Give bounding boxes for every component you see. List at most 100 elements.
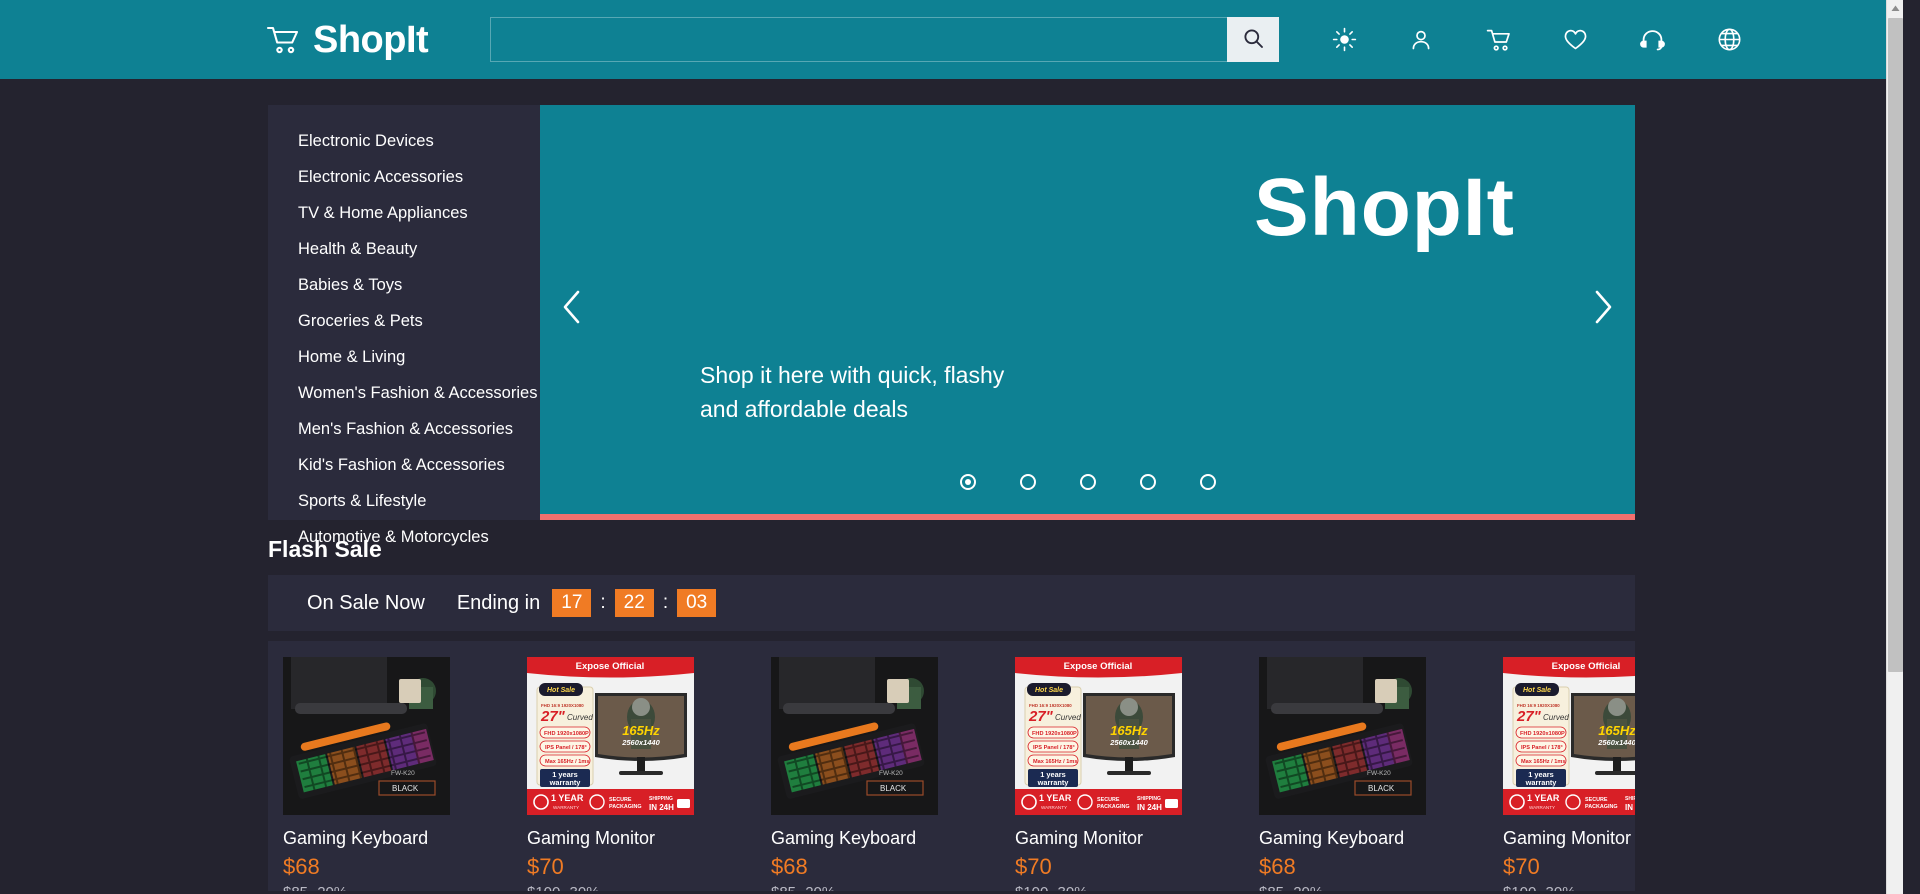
sidebar-item-babies-toys[interactable]: Babies & Toys (268, 267, 540, 303)
product-image-color-text: BLACK (1368, 784, 1395, 793)
sidebar-item-label: Women's Fashion & Accessories (298, 383, 538, 402)
carousel-dot-4[interactable] (1139, 474, 1156, 490)
ending-in-label: Ending in (456, 591, 541, 614)
product-price: $70 (527, 854, 564, 879)
product-image-resolution-text: FHD 1920x1080P (544, 731, 589, 737)
wishlist-heart-icon[interactable] (1562, 27, 1588, 53)
product-discount: -30% (1053, 884, 1088, 891)
search-input[interactable] (490, 17, 1228, 62)
sidebar-item-label: Men's Fashion & Accessories (298, 419, 513, 438)
carousel-next-button[interactable] (1583, 290, 1623, 330)
product-image-panel-text: IPS Panel / 178° (1033, 745, 1075, 751)
carousel-dot-2[interactable] (1019, 474, 1036, 490)
support-headset-icon[interactable] (1639, 27, 1665, 53)
product-image-footer-shipping: SHIPPING (1625, 796, 1635, 802)
product-image-screen-res: 2560x1440 (1597, 738, 1635, 747)
product-image-refresh-text: Max 165Hz / 1ms (545, 759, 589, 765)
product-image-color-text: BLACK (880, 784, 907, 793)
user-account-icon[interactable] (1408, 27, 1434, 53)
page-scrollbar[interactable] (1886, 0, 1903, 894)
svg-text:Curved: Curved (567, 713, 593, 722)
sidebar-item-mens-fashion[interactable]: Men's Fashion & Accessories (268, 411, 540, 447)
product-image-model-text: FW-K20 (1367, 770, 1391, 777)
search-bar (490, 17, 1280, 62)
svg-text:WARRANTY: WARRANTY (1041, 805, 1067, 810)
product-card[interactable]: FW-K20 BLACK Gaming Keyboard $68 $85 -20… (1259, 657, 1488, 891)
product-image-banner-text: Expose Official (1064, 661, 1133, 672)
sidebar-item-kids-fashion[interactable]: Kid's Fashion & Accessories (268, 447, 540, 483)
category-sidebar: Electronic Devices Electronic Accessorie… (268, 105, 540, 546)
product-discount: -20% (1288, 884, 1323, 891)
product-card[interactable]: Expose Official Hot Sale FHD 16:9 1920X1… (527, 657, 756, 891)
carousel-dot-1[interactable] (959, 474, 976, 490)
product-image-size-text: 27" (1028, 708, 1054, 725)
countdown-seconds: 03 (677, 589, 717, 617)
carousel-prev-button[interactable] (552, 290, 592, 330)
svg-text:WARRANTY: WARRANTY (1529, 805, 1555, 810)
carousel-headline: ShopIt (1253, 162, 1515, 253)
product-image-footer-shipping: SHIPPING (649, 796, 673, 802)
countdown-separator: : (600, 592, 606, 613)
main-content: Electronic Devices Electronic Accessorie… (0, 79, 1903, 891)
product-old-price: $100 -30% (527, 884, 756, 891)
sidebar-item-sports-lifestyle[interactable]: Sports & Lifestyle (268, 483, 540, 519)
product-card[interactable]: Expose Official Hot Sale FHD 16:9 1920X1… (1015, 657, 1244, 891)
sidebar-item-groceries-pets[interactable]: Groceries & Pets (268, 303, 540, 339)
carousel-dot-3[interactable] (1079, 474, 1096, 490)
shopping-cart-icon (266, 25, 300, 55)
product-image-footer-warranty: 1 YEAR (1527, 793, 1560, 803)
product-image-warranty-line2: warranty (1525, 778, 1558, 787)
scrollbar-thumb[interactable] (1888, 18, 1903, 672)
header-icon-group (1331, 27, 1742, 53)
product-image-warranty-line2: warranty (549, 778, 582, 787)
countdown-hours: 17 (552, 589, 592, 617)
product-title: Gaming Keyboard (283, 828, 429, 848)
sidebar-item-tv-home-appliances[interactable]: TV & Home Appliances (268, 195, 540, 231)
product-image-footer-warranty: 1 YEAR (551, 793, 584, 803)
product-image-screen-hz: 165Hz (622, 723, 660, 738)
sidebar-item-electronic-accessories[interactable]: Electronic Accessories (268, 159, 540, 195)
product-old-price: $85 -20% (1259, 884, 1488, 891)
sidebar-item-label: Babies & Toys (298, 275, 403, 294)
sidebar-item-home-living[interactable]: Home & Living (268, 339, 540, 375)
product-image-monitor: Expose Official Hot Sale FHD 16:9 1920X1… (1503, 657, 1635, 815)
product-original-price: $100 (527, 884, 560, 891)
sidebar-item-womens-fashion[interactable]: Women's Fashion & Accessories (268, 375, 540, 411)
hero-section: Electronic Devices Electronic Accessorie… (268, 105, 1635, 546)
product-card[interactable]: FW-K20 BLACK Gaming Keyboard $68 $85 -20… (771, 657, 1000, 891)
countdown-minutes: 22 (614, 589, 654, 617)
product-image-footer-packaging: SECURE (1097, 797, 1120, 803)
product-image-badge-text: Hot Sale (1523, 687, 1551, 694)
product-image-footer-warranty: 1 YEAR (1039, 793, 1072, 803)
chevron-left-icon (559, 289, 585, 330)
brand-logo[interactable]: ShopIt (266, 21, 429, 59)
product-image-monitor: Expose Official Hot Sale FHD 16:9 1920X1… (527, 657, 694, 815)
product-original-price: $85 (283, 884, 308, 891)
scrollbar-up-arrow-icon[interactable] (1887, 0, 1904, 17)
search-button[interactable] (1227, 17, 1280, 62)
product-image-banner-text: Expose Official (1552, 661, 1621, 672)
product-image-screen-hz: 165Hz (1110, 723, 1148, 738)
sidebar-item-label: TV & Home Appliances (298, 203, 468, 222)
sidebar-item-electronic-devices[interactable]: Electronic Devices (268, 123, 540, 159)
product-old-price: $85 -20% (283, 884, 512, 891)
shopping-cart-icon[interactable] (1485, 27, 1511, 53)
product-card[interactable]: FW-K20 BLACK Gaming Keyboard $68 $85 -20… (283, 657, 512, 891)
product-discount: -20% (312, 884, 347, 891)
product-card[interactable]: Expose Official Hot Sale FHD 16:9 1920X1… (1503, 657, 1635, 891)
sidebar-item-label: Home & Living (298, 347, 406, 366)
product-price: $68 (771, 854, 808, 879)
carousel-dot-5[interactable] (1199, 474, 1216, 490)
product-image-footer-packaging: SECURE (1585, 797, 1608, 803)
product-discount: -20% (800, 884, 835, 891)
product-old-price: $85 -20% (771, 884, 1000, 891)
product-image-banner-text: Expose Official (576, 661, 645, 672)
chevron-right-icon (1590, 289, 1616, 330)
product-image-model-text: FW-K20 (391, 770, 415, 777)
language-globe-icon[interactable] (1716, 27, 1742, 53)
theme-toggle-icon[interactable] (1331, 27, 1357, 53)
flash-sale-product-list: FW-K20 BLACK Gaming Keyboard $68 $85 -20… (268, 641, 1635, 891)
product-image-color-text: BLACK (392, 784, 419, 793)
product-image-screen-res: 2560x1440 (1109, 738, 1148, 747)
sidebar-item-health-beauty[interactable]: Health & Beauty (268, 231, 540, 267)
